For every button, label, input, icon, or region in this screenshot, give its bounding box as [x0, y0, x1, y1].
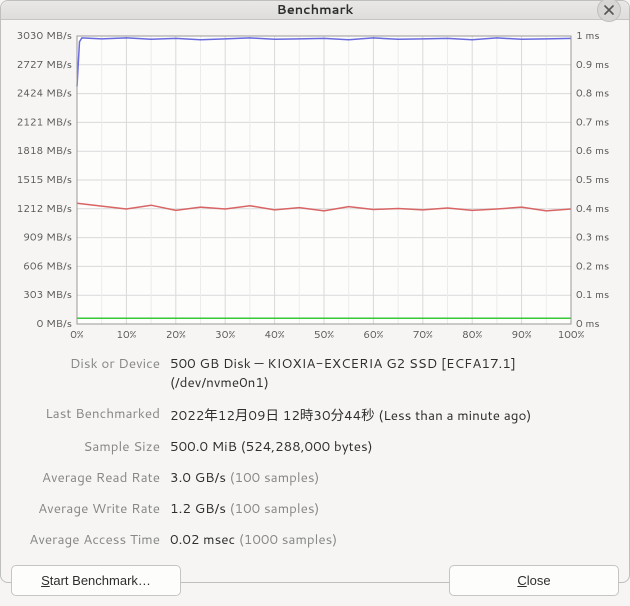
svg-text:909 MB/s: 909 MB/s [23, 231, 72, 245]
svg-text:0.3 ms: 0.3 ms [576, 231, 609, 245]
svg-text:80%: 80% [462, 328, 482, 342]
titlebar: Benchmark [1, 1, 629, 20]
close-icon [604, 5, 614, 15]
svg-text:0.2 ms: 0.2 ms [576, 259, 609, 273]
svg-text:0.7 ms: 0.7 ms [576, 115, 609, 129]
window-title: Benchmark [277, 1, 354, 19]
benchmark-chart: 0 MB/s0 ms303 MB/s0.1 ms606 MB/s0.2 ms90… [15, 30, 615, 344]
value-access-time: 0.02 msec (1000 samples) [170, 530, 615, 549]
benchmark-dialog: Benchmark 0 MB/s0 ms303 MB/s0.1 ms606 MB… [0, 0, 630, 583]
value-write-rate-detail: (100 samples) [230, 499, 320, 518]
value-last-benchmarked: 2022年12月09日 12時30分44秒 (Less than a minut… [170, 404, 615, 425]
value-access-time-main: 0.02 msec [170, 530, 235, 549]
svg-text:3030 MB/s: 3030 MB/s [17, 30, 72, 43]
content-area: 0 MB/s0 ms303 MB/s0.1 ms606 MB/s0.2 ms90… [1, 20, 629, 559]
start-benchmark-button[interactable]: Start Benchmark… [11, 565, 181, 596]
svg-text:60%: 60% [363, 328, 383, 342]
svg-text:40%: 40% [265, 328, 285, 342]
svg-text:70%: 70% [413, 328, 433, 342]
label-read-rate: Average Read Rate [15, 468, 160, 487]
svg-text:0.5 ms: 0.5 ms [576, 173, 609, 187]
svg-text:100%: 100% [558, 328, 585, 342]
label-disk: Disk or Device [15, 354, 160, 392]
value-read-rate: 3.0 GB/s (100 samples) [170, 468, 615, 487]
value-access-time-detail: (1000 samples) [239, 530, 337, 549]
svg-text:0.4 ms: 0.4 ms [576, 202, 609, 216]
label-sample-size: Sample Size [15, 437, 160, 456]
value-sample-size: 500.0 MiB (524,288,000 bytes) [170, 437, 615, 456]
value-disk: 500 GB Disk — KIOXIA-EXCERIA G2 SSD [ECF… [170, 354, 615, 392]
info-grid: Disk or Device 500 GB Disk — KIOXIA-EXCE… [15, 354, 615, 549]
svg-text:0 MB/s: 0 MB/s [37, 317, 72, 331]
svg-text:2121 MB/s: 2121 MB/s [17, 115, 72, 129]
svg-text:606 MB/s: 606 MB/s [23, 259, 72, 273]
value-write-rate: 1.2 GB/s (100 samples) [170, 499, 615, 518]
svg-text:303 MB/s: 303 MB/s [23, 288, 72, 302]
svg-text:0.1 ms: 0.1 ms [576, 288, 609, 302]
svg-text:90%: 90% [512, 328, 532, 342]
window-close-button[interactable] [597, 0, 621, 22]
svg-text:30%: 30% [215, 328, 235, 342]
label-last-benchmarked: Last Benchmarked [15, 404, 160, 425]
value-read-rate-main: 3.0 GB/s [170, 468, 226, 487]
svg-text:2424 MB/s: 2424 MB/s [17, 87, 72, 101]
svg-text:0.8 ms: 0.8 ms [576, 87, 609, 101]
svg-text:20%: 20% [166, 328, 186, 342]
value-read-rate-detail: (100 samples) [230, 468, 320, 487]
svg-text:0%: 0% [70, 328, 84, 342]
svg-text:0.6 ms: 0.6 ms [576, 144, 609, 158]
label-write-rate: Average Write Rate [15, 499, 160, 518]
close-button[interactable]: Close [449, 565, 619, 596]
svg-text:1818 MB/s: 1818 MB/s [17, 144, 72, 158]
svg-text:1 ms: 1 ms [576, 30, 600, 43]
label-access-time: Average Access Time [15, 530, 160, 549]
svg-text:2727 MB/s: 2727 MB/s [17, 58, 72, 72]
value-write-rate-main: 1.2 GB/s [170, 499, 226, 518]
svg-text:50%: 50% [314, 328, 334, 342]
svg-text:10%: 10% [116, 328, 136, 342]
svg-text:1212 MB/s: 1212 MB/s [17, 202, 72, 216]
svg-text:0.9 ms: 0.9 ms [576, 58, 609, 72]
svg-text:1515 MB/s: 1515 MB/s [17, 173, 72, 187]
